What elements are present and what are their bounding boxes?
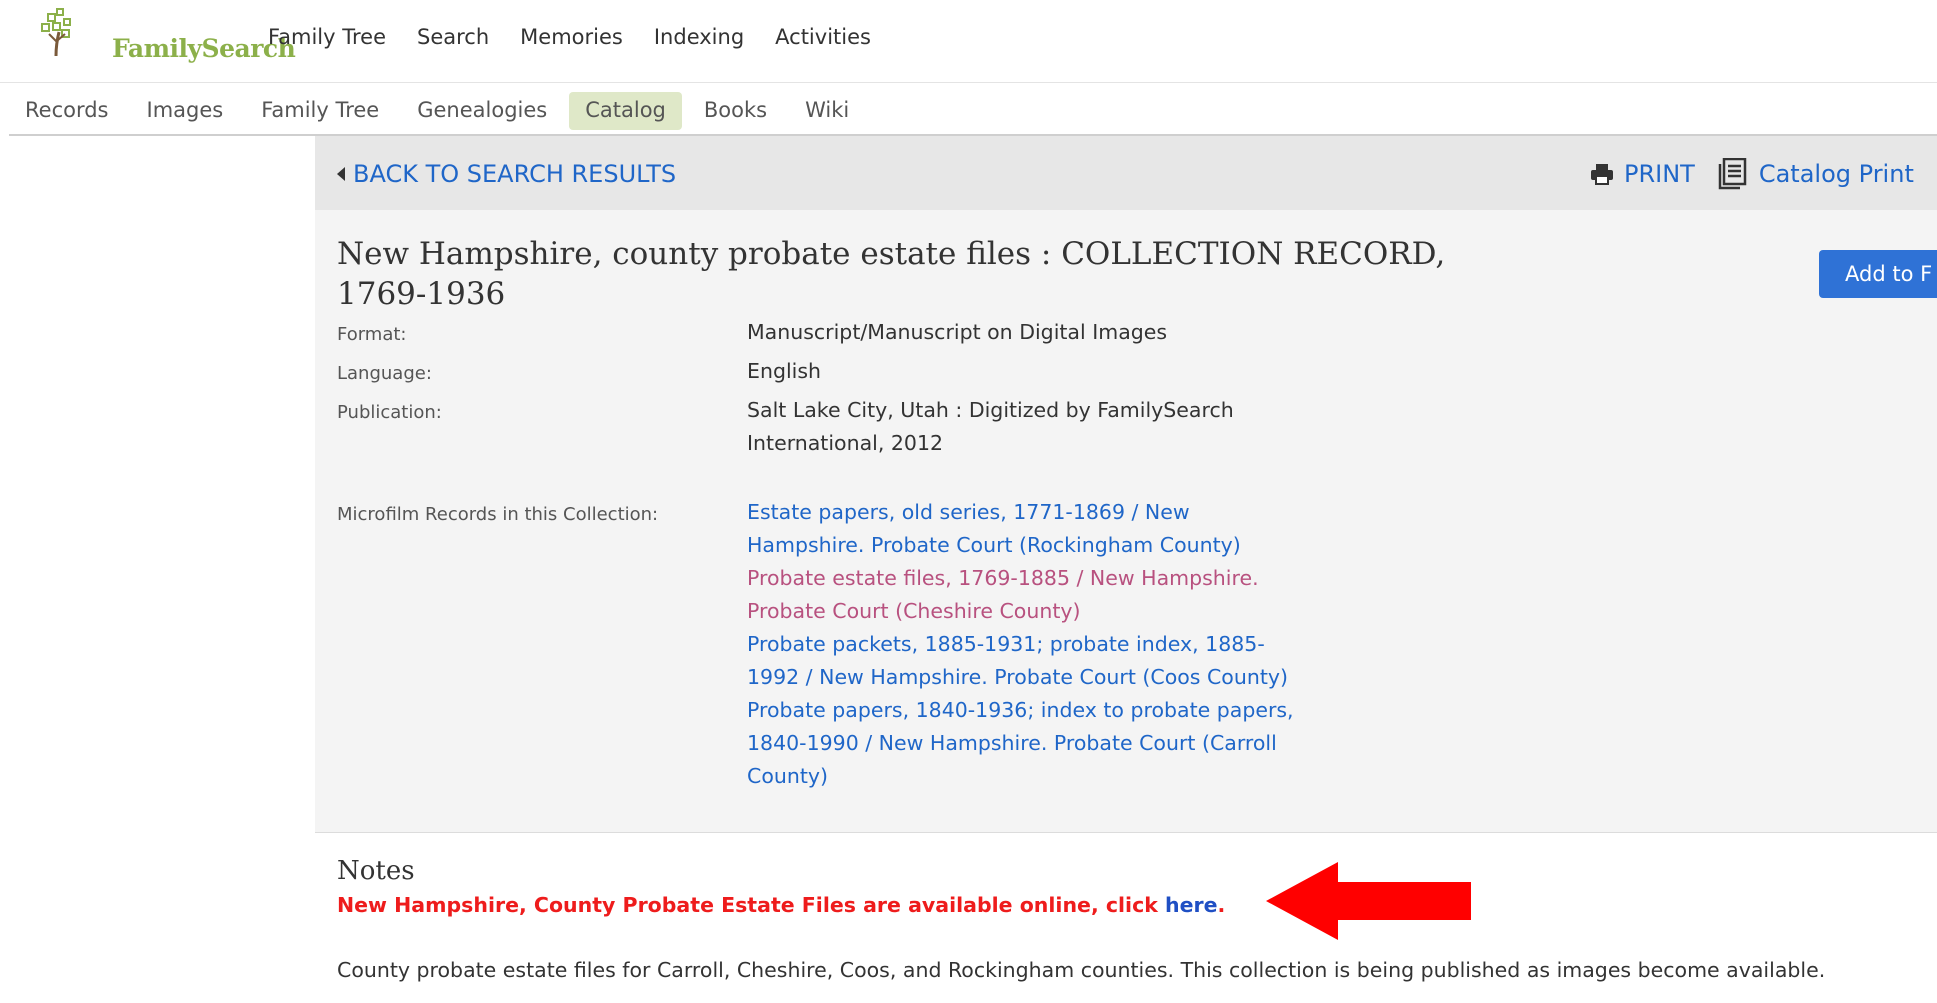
subnav-images[interactable]: Images [131, 92, 240, 130]
search-subnav: Records Images Family Tree Genealogies C… [9, 84, 1937, 136]
caret-left-icon [337, 167, 345, 181]
subnav-genealogies[interactable]: Genealogies [401, 92, 563, 130]
microfilm-link-carroll[interactable]: Probate papers, 1840-1936; index to prob… [747, 694, 1347, 793]
language-value: English [747, 359, 822, 383]
publication-value-line-1: Salt Lake City, Utah : Digitized by Fami… [747, 398, 1234, 422]
link-line: Probate packets, 1885-1931; probate inde… [747, 632, 1265, 656]
subnav-records[interactable]: Records [9, 92, 125, 130]
notes-heading: Notes [337, 856, 415, 886]
catalog-print-link[interactable]: Catalog Print [1717, 158, 1914, 190]
subnav-family-tree[interactable]: Family Tree [245, 92, 395, 130]
link-line: County) [747, 764, 829, 788]
format-value: Manuscript/Manuscript on Digital Images [747, 320, 1168, 344]
notes-alert-end: . [1217, 893, 1226, 917]
notes-here-link[interactable]: here [1165, 893, 1218, 917]
subnav-wiki[interactable]: Wiki [789, 92, 865, 130]
top-nav-search[interactable]: Search [417, 25, 489, 49]
back-label: BACK TO SEARCH RESULTS [353, 160, 677, 188]
language-label: Language: [337, 363, 432, 384]
notes-alert: New Hampshire, County Probate Estate Fil… [337, 893, 1225, 917]
microfilm-link-coos[interactable]: Probate packets, 1885-1931; probate inde… [747, 628, 1347, 694]
record-title: New Hampshire, county probate estate fil… [337, 234, 1567, 314]
add-to-button[interactable]: Add to F [1819, 250, 1937, 298]
publication-value-line-2: International, 2012 [747, 431, 944, 455]
red-arrow-icon [1266, 862, 1471, 940]
record-title-line-1: New Hampshire, county probate estate fil… [337, 236, 1446, 272]
link-line: Hampshire. Probate Court (Rockingham Cou… [747, 533, 1241, 557]
microfilm-link-cheshire[interactable]: Probate estate files, 1769-1885 / New Ha… [747, 562, 1347, 628]
microfilm-label: Microfilm Records in this Collection: [337, 504, 659, 525]
print-label: PRINT [1624, 160, 1695, 188]
microfilm-records-list: Estate papers, old series, 1771-1869 / N… [747, 496, 1347, 793]
top-nav-memories[interactable]: Memories [520, 25, 623, 49]
link-line: Probate papers, 1840-1936; index to prob… [747, 698, 1294, 722]
publication-label: Publication: [337, 402, 442, 423]
printer-icon [1591, 164, 1613, 185]
familysearch-logo[interactable]: FamilySearch [38, 8, 296, 63]
notes-alert-text: New Hampshire, County Probate Estate Fil… [337, 893, 1166, 917]
record-toolbar: BACK TO SEARCH RESULTS PRINT Catalog Pri… [315, 136, 1937, 210]
top-nav-family-tree[interactable]: Family Tree [268, 25, 386, 49]
top-nav-indexing[interactable]: Indexing [654, 25, 744, 49]
link-line: Probate estate files, 1769-1885 / New Ha… [747, 566, 1259, 590]
subnav-books[interactable]: Books [688, 92, 783, 130]
format-label: Format: [337, 324, 407, 345]
microfilm-link-rockingham[interactable]: Estate papers, old series, 1771-1869 / N… [747, 496, 1347, 562]
record-title-line-2: 1769-1936 [337, 276, 506, 312]
back-to-search-results-link[interactable]: BACK TO SEARCH RESULTS [337, 160, 676, 188]
print-link[interactable]: PRINT [1590, 160, 1695, 188]
catalog-print-label: Catalog Print [1758, 160, 1914, 188]
top-navigation: Family Tree Search Memories Indexing Act… [268, 25, 902, 49]
link-line: 1992 / New Hampshire. Probate Court (Coo… [747, 665, 1288, 689]
link-line: Estate papers, old series, 1771-1869 / N… [747, 500, 1190, 524]
catalog-record-panel: BACK TO SEARCH RESULTS PRINT Catalog Pri… [315, 136, 1937, 833]
top-nav-activities[interactable]: Activities [775, 25, 871, 49]
print-toolbar: PRINT Catalog Print [1590, 158, 1914, 190]
subnav-catalog[interactable]: Catalog [569, 92, 682, 130]
publication-value: Salt Lake City, Utah : Digitized by Fami… [747, 394, 1347, 460]
link-line: 1840-1990 / New Hampshire. Probate Court… [747, 731, 1277, 755]
notes-description: County probate estate files for Carroll,… [337, 958, 1826, 982]
link-line: Probate Court (Cheshire County) [747, 599, 1081, 623]
top-header: FamilySearch Family Tree Search Memories… [0, 0, 1937, 83]
catalog-print-icon [1718, 158, 1747, 190]
familysearch-tree-logo-icon [41, 8, 71, 57]
